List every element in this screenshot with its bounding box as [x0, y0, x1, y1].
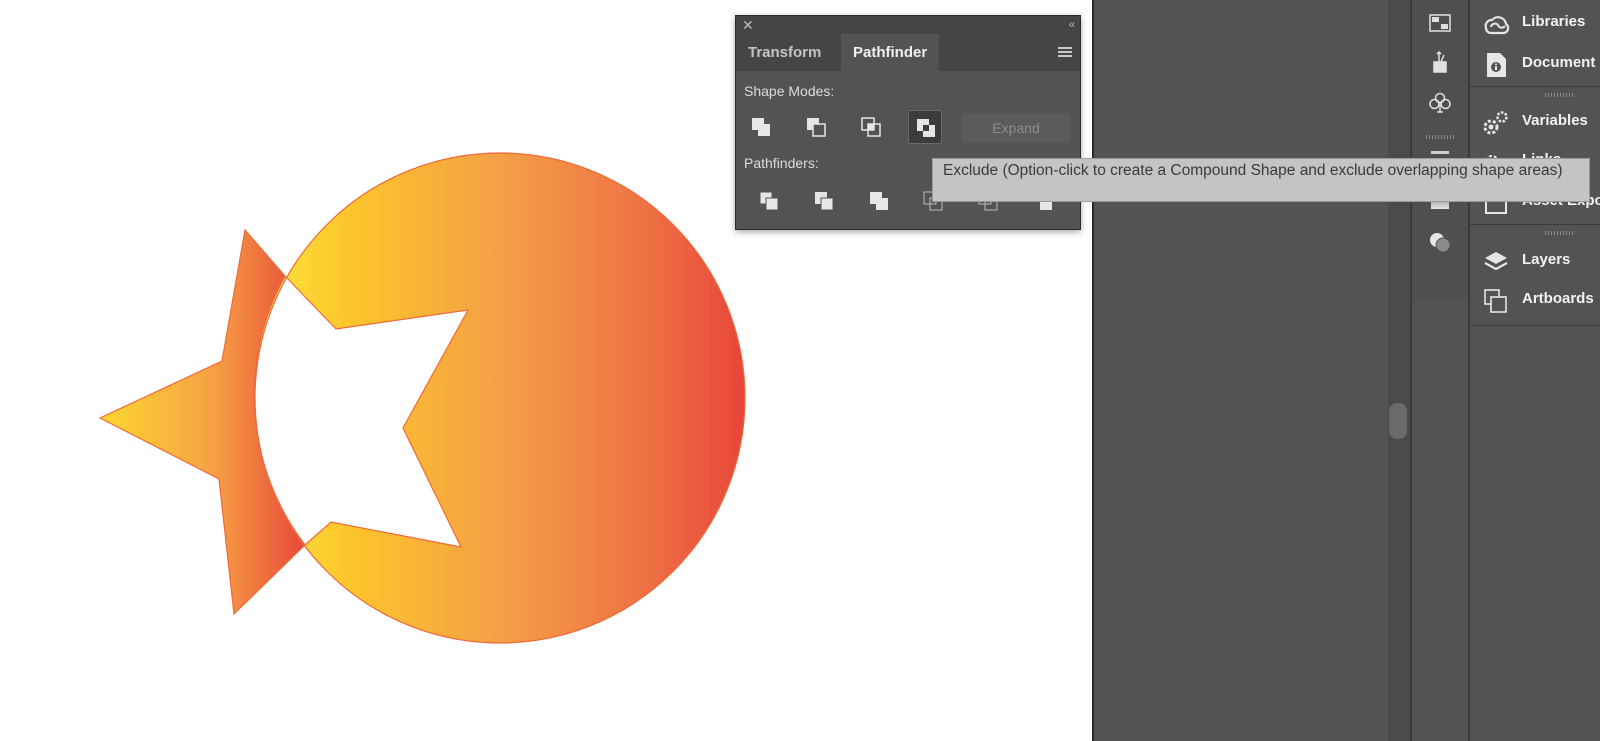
panel-variables[interactable]: Variables: [1470, 103, 1600, 141]
panel-document-info[interactable]: Document: [1470, 45, 1600, 83]
dock-grip[interactable]: [1545, 93, 1575, 97]
panel-separator: [1470, 325, 1600, 326]
trim-button[interactable]: [807, 184, 841, 218]
panel-separator: [1470, 86, 1600, 87]
close-icon[interactable]: ✕: [742, 17, 754, 33]
unite-icon: [752, 118, 770, 136]
panel-label-layers: Layers: [1522, 251, 1571, 268]
circle-with-star-hole: [253, 152, 746, 644]
appearance-circles-icon[interactable]: [1428, 230, 1452, 254]
intersect-icon: [861, 117, 881, 137]
panel-tab-bar: Transform Pathfinder: [736, 34, 1080, 71]
exclude-icon: [917, 119, 935, 137]
layers-icon: [1484, 252, 1508, 271]
panel-separator: [1470, 224, 1600, 225]
shape-modes-label: Shape Modes:: [744, 83, 835, 99]
panel-libraries[interactable]: Libraries: [1470, 4, 1600, 42]
star-outer-fragment: [98, 228, 306, 616]
gears-icon: [1483, 111, 1508, 135]
document-info-icon: [1487, 53, 1506, 77]
panel-artboards[interactable]: Artboards: [1470, 281, 1600, 319]
minus-front-icon: [807, 118, 826, 137]
panel-label-artboards: Artboards: [1522, 290, 1594, 307]
minus-front-button[interactable]: [799, 110, 833, 144]
dock-grip[interactable]: [1426, 135, 1454, 139]
panel-label-libraries: Libraries: [1522, 13, 1586, 30]
vertical-scrollbar[interactable]: [1388, 0, 1410, 741]
pathfinders-label: Pathfinders:: [744, 155, 819, 171]
expand-button[interactable]: Expand: [961, 113, 1071, 143]
unite-button[interactable]: [744, 110, 778, 144]
dock-border: [1092, 0, 1094, 741]
hamburger-menu-icon[interactable]: [1058, 47, 1072, 59]
tab-transform[interactable]: Transform: [736, 34, 834, 71]
exclude-button[interactable]: [908, 110, 942, 144]
swatch-grid-icon[interactable]: [1428, 11, 1452, 35]
club-symbol-icon[interactable]: [1428, 91, 1452, 115]
dock-grip[interactable]: [1545, 231, 1575, 235]
creative-cloud-libraries-icon: [1484, 16, 1510, 35]
panel-layers[interactable]: Layers: [1470, 242, 1600, 280]
tab-pathfinder[interactable]: Pathfinder: [841, 34, 940, 71]
scrollbar-thumb[interactable]: [1389, 403, 1407, 439]
intersect-button[interactable]: [854, 110, 888, 144]
divide-button[interactable]: [752, 184, 786, 218]
divide-icon: [759, 191, 779, 211]
merge-icon: [870, 192, 888, 210]
trim-icon: [815, 192, 834, 211]
double-chevron-left-icon[interactable]: ‹‹: [1069, 17, 1075, 33]
panel-title-bar[interactable]: ✕ ‹‹: [736, 16, 1080, 34]
artboards-icon: [1484, 289, 1507, 313]
merge-button[interactable]: [862, 184, 896, 218]
brush-icon[interactable]: [1428, 50, 1452, 74]
exclude-tooltip: Exclude (Option-click to create a Compou…: [932, 158, 1590, 202]
panel-label-variables: Variables: [1522, 112, 1588, 129]
panel-label-document: Document: [1522, 54, 1596, 71]
